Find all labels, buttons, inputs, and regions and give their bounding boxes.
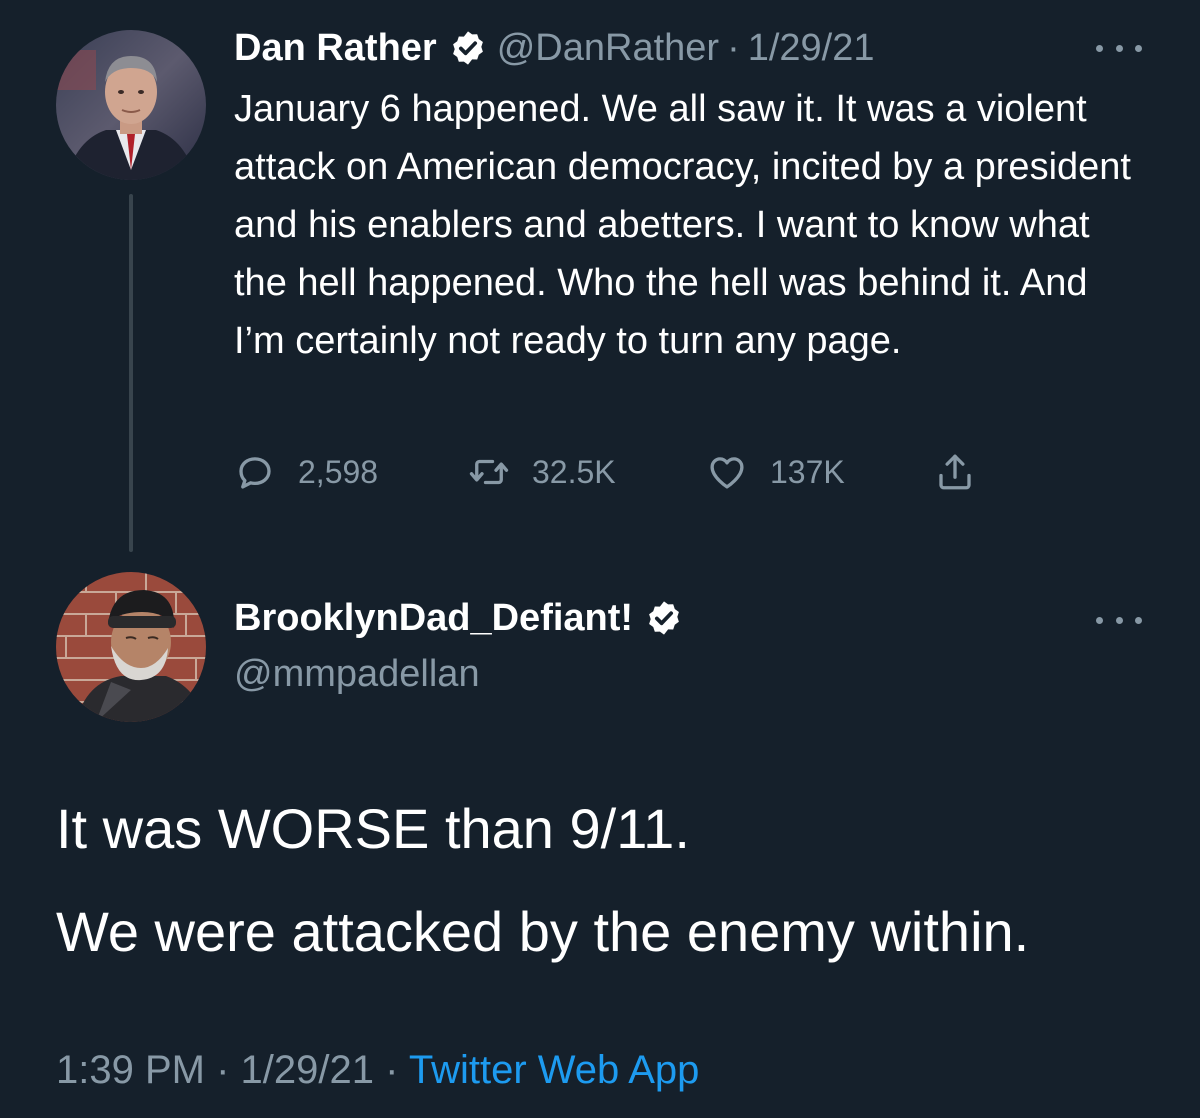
retweet-icon <box>469 459 509 485</box>
tweet-footer-date[interactable]: 1/29/21 <box>241 1048 374 1092</box>
tweet-actions: 2,598 32.5K 137K <box>234 444 1014 500</box>
dan-rather-avatar[interactable] <box>56 30 206 180</box>
separator: · <box>727 27 740 69</box>
tweet-header: Dan Rather @DanRather · 1/29/21 <box>234 22 875 74</box>
verified-badge-icon <box>645 599 683 637</box>
reply-button[interactable]: 2,598 <box>234 444 378 500</box>
separator: · <box>385 1048 399 1092</box>
thread-line <box>129 194 133 552</box>
more-options-icon[interactable] <box>1096 38 1142 58</box>
like-count: 137K <box>770 453 845 490</box>
more-options-icon[interactable] <box>1096 610 1142 630</box>
author-name[interactable]: Dan Rather <box>234 22 437 74</box>
retweet-button[interactable]: 32.5K <box>468 444 616 500</box>
tweet-text: January 6 happened. We all saw it. It wa… <box>234 88 1131 362</box>
reply-author-name[interactable]: BrooklynDad_Defiant! <box>234 592 633 644</box>
share-icon <box>939 454 971 490</box>
reply-count: 2,598 <box>298 453 379 490</box>
verified-badge-icon <box>449 29 487 67</box>
reply-icon <box>239 457 271 489</box>
tweet-date[interactable]: 1/29/21 <box>748 22 875 74</box>
tweet-time[interactable]: 1:39 PM <box>56 1048 205 1092</box>
tweet-source-link[interactable]: Twitter Web App <box>409 1048 700 1092</box>
author-handle[interactable]: @DanRather <box>497 22 719 74</box>
like-icon <box>710 457 744 489</box>
reply-text-line-1: It was WORSE than 9/11. <box>56 797 690 860</box>
reply-text-line-2: We were attacked by the enemy within. <box>56 900 1030 963</box>
share-button[interactable] <box>934 444 998 500</box>
reply-author-handle[interactable]: @mmpadellan <box>234 648 480 700</box>
reply-author-row: BrooklynDad_Defiant! <box>234 592 693 644</box>
like-button[interactable]: 137K <box>706 444 845 500</box>
retweet-count: 32.5K <box>532 453 616 490</box>
brooklyndad-avatar[interactable] <box>56 572 206 722</box>
separator: · <box>216 1048 230 1092</box>
tweet-footer: 1:39 PM · 1/29/21 · Twitter Web App <box>56 1042 699 1098</box>
